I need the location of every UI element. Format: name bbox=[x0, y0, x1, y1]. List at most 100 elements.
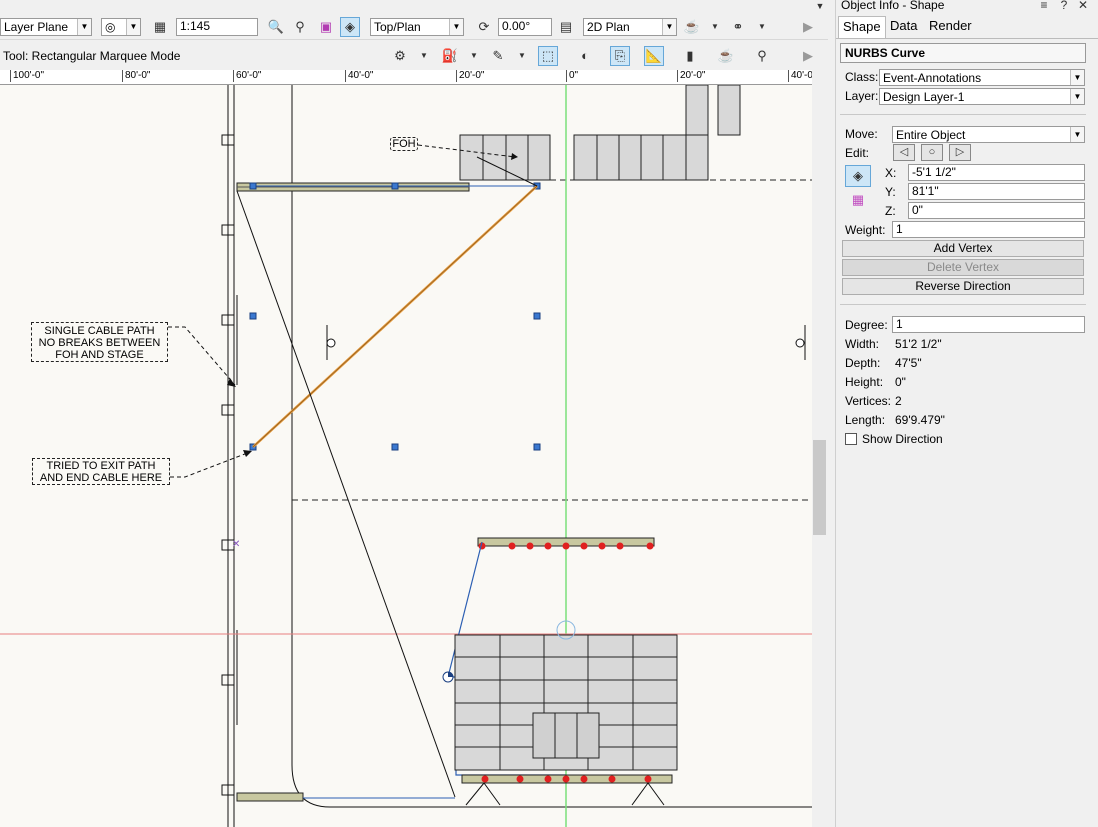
degree-value: 1 bbox=[896, 317, 903, 331]
render-mode-value: 2D Plan bbox=[587, 20, 630, 34]
help-icon[interactable]: ? bbox=[1054, 0, 1074, 15]
chevron-down-icon: ▼ bbox=[449, 19, 463, 35]
callout-line: NO BREAKS BETWEEN bbox=[38, 337, 161, 349]
move-select[interactable]: Entire Object ▼ bbox=[892, 126, 1085, 143]
x-field[interactable]: -5'1 1/2" bbox=[908, 164, 1085, 181]
chevron-down-icon: ▼ bbox=[1070, 89, 1084, 104]
plane-icon[interactable]: ▦ bbox=[845, 190, 871, 212]
y-field[interactable]: 81'1" bbox=[908, 183, 1085, 200]
show-direction-checkbox[interactable] bbox=[845, 433, 857, 445]
chevron-down-icon: ▼ bbox=[1070, 127, 1084, 142]
rotation-value: 0.00° bbox=[502, 19, 531, 33]
close-icon[interactable]: ✕ bbox=[1073, 0, 1093, 15]
chevron-down-icon: ▼ bbox=[1070, 70, 1084, 85]
tab-divider bbox=[836, 38, 1098, 39]
rotation-field[interactable]: 0.00° bbox=[498, 18, 552, 36]
reverse-direction-button[interactable]: Reverse Direction bbox=[842, 278, 1084, 295]
chevron-down-icon: ▼ bbox=[77, 19, 91, 35]
plane-mode-select[interactable]: ◎ ▼ bbox=[101, 18, 141, 36]
mode-bar: Tool: Rectangular Marquee Mode ⚙ ▼ ⛽ ▼ ✎… bbox=[0, 40, 828, 70]
ruler-mark: 0" bbox=[566, 70, 578, 82]
vertices-value: 2 bbox=[895, 394, 902, 408]
layer-select[interactable]: Design Layer-1 ▼ bbox=[879, 88, 1085, 105]
chevron-down-icon[interactable]: ▼ bbox=[464, 46, 484, 66]
eyedropper-icon[interactable]: ✎ bbox=[488, 46, 508, 66]
tab-render[interactable]: Render bbox=[925, 16, 976, 38]
x-value: -5'1 1/2" bbox=[912, 165, 956, 179]
tab-shape[interactable]: Shape bbox=[838, 16, 886, 38]
height-value: 0" bbox=[895, 375, 906, 389]
add-vertex-button[interactable]: Add Vertex bbox=[842, 240, 1084, 257]
zoom-objects-icon[interactable]: ⚲ bbox=[290, 17, 310, 37]
callout-single-cable: SINGLE CABLE PATH NO BREAKS BETWEEN FOH … bbox=[31, 322, 168, 362]
gear-icon[interactable]: ⚙ bbox=[390, 46, 410, 66]
tab-data[interactable]: Data bbox=[886, 16, 921, 38]
vertical-scrollbar[interactable] bbox=[812, 70, 828, 827]
clip-icon[interactable]: ⎘ bbox=[610, 46, 630, 66]
view-select[interactable]: Top/Plan ▼ bbox=[370, 18, 464, 36]
depth-value: 47'5" bbox=[895, 356, 922, 370]
callout-leader bbox=[168, 326, 236, 386]
vertex-marker bbox=[448, 672, 453, 677]
scale-icon[interactable]: ▦ bbox=[150, 17, 170, 37]
door-icon[interactable]: ▮ bbox=[680, 46, 700, 66]
move-value: Entire Object bbox=[896, 128, 966, 142]
target-icon: ◎ bbox=[105, 20, 116, 34]
contrast-icon[interactable]: ◐ bbox=[575, 46, 595, 66]
magnify-icon[interactable]: ⚲ bbox=[752, 46, 772, 66]
y-label: Y: bbox=[885, 185, 896, 199]
paint-bucket-icon[interactable]: ⛽ bbox=[440, 46, 460, 66]
scale-field[interactable]: 1:145 bbox=[176, 18, 258, 36]
snap-marker: ✕ bbox=[232, 539, 240, 550]
floor-truss bbox=[236, 792, 304, 802]
chevron-down-icon[interactable]: ▼ bbox=[512, 46, 532, 66]
z-field[interactable]: 0" bbox=[908, 202, 1085, 219]
saved-views-icon[interactable]: ▣ bbox=[316, 17, 336, 37]
z-value: 0" bbox=[912, 203, 923, 217]
chevron-down-icon[interactable]: ▼ bbox=[414, 46, 434, 66]
rotate-plan-icon[interactable]: ⟳ bbox=[474, 17, 494, 37]
ruler-mark: 60'-0" bbox=[233, 70, 261, 82]
tool-mode-text: Tool: Rectangular Marquee Mode bbox=[3, 49, 181, 63]
previous-vertex-icon[interactable]: ◁ bbox=[893, 144, 915, 161]
chevron-down-icon[interactable]: ▼ bbox=[752, 17, 772, 37]
ruler-icon[interactable]: 📐 bbox=[644, 46, 664, 66]
object-info-panel: Object Info - Shape ≡ ? ✕ Shape Data Ren… bbox=[835, 0, 1098, 827]
nurbs-curve-core bbox=[252, 185, 538, 448]
stage-deck bbox=[454, 634, 678, 771]
teapot-icon[interactable]: ☕ bbox=[682, 17, 702, 37]
delete-vertex-button[interactable]: Delete Vertex bbox=[842, 259, 1084, 276]
next-vertex-icon[interactable]: ▷ bbox=[949, 144, 971, 161]
chevron-down-icon[interactable]: ▼ bbox=[705, 17, 725, 37]
truss-legs bbox=[465, 782, 665, 806]
box-position-icon[interactable]: ◈ bbox=[845, 165, 871, 187]
class-select[interactable]: Event-Annotations ▼ bbox=[879, 69, 1085, 86]
toolbar-overflow-icon[interactable]: ▶ bbox=[796, 17, 820, 37]
vertex-icon[interactable]: ○ bbox=[921, 144, 943, 161]
menu-icon[interactable]: ≡ bbox=[1034, 0, 1054, 15]
drawing-canvas[interactable]: ✕ FOH SINGLE CABLE PATH NO BREAKS BETWEE… bbox=[0, 85, 812, 827]
weight-field[interactable]: 1 bbox=[892, 221, 1085, 238]
ruler-mark: 40'-0 bbox=[788, 70, 812, 82]
layer-plane-select[interactable]: Layer Plane ▼ bbox=[0, 18, 92, 36]
layer-label: Layer: bbox=[845, 89, 879, 103]
mode-bar-overflow-icon[interactable]: ▶ bbox=[796, 46, 820, 66]
degree-field[interactable]: 1 bbox=[892, 316, 1085, 333]
zoom-icon[interactable]: 🔍 bbox=[266, 17, 286, 37]
glasses-icon[interactable]: ⚭ bbox=[728, 17, 748, 37]
vertices-label: Vertices: bbox=[845, 394, 892, 408]
calculator-icon[interactable]: ▤ bbox=[556, 17, 576, 37]
y-value: 81'1" bbox=[912, 184, 939, 198]
length-label: Length: bbox=[845, 413, 886, 427]
render-pot-icon[interactable]: ☕ bbox=[716, 46, 736, 66]
marquee-icon[interactable]: ⬚ bbox=[538, 46, 558, 66]
top-plan-icon[interactable]: ◈ bbox=[340, 17, 360, 37]
length-value: 69'9.479" bbox=[895, 413, 945, 427]
callout-exit-path: TRIED TO EXIT PATH AND END CABLE HERE bbox=[32, 458, 170, 485]
scrollbar-thumb[interactable] bbox=[813, 440, 826, 535]
view-value: Top/Plan bbox=[374, 20, 421, 34]
render-mode-select[interactable]: 2D Plan ▼ bbox=[583, 18, 677, 36]
chevron-down-icon[interactable]: ▼ bbox=[810, 0, 830, 16]
class-label: Class: bbox=[845, 70, 879, 84]
scale-value: 1:145 bbox=[180, 19, 211, 33]
